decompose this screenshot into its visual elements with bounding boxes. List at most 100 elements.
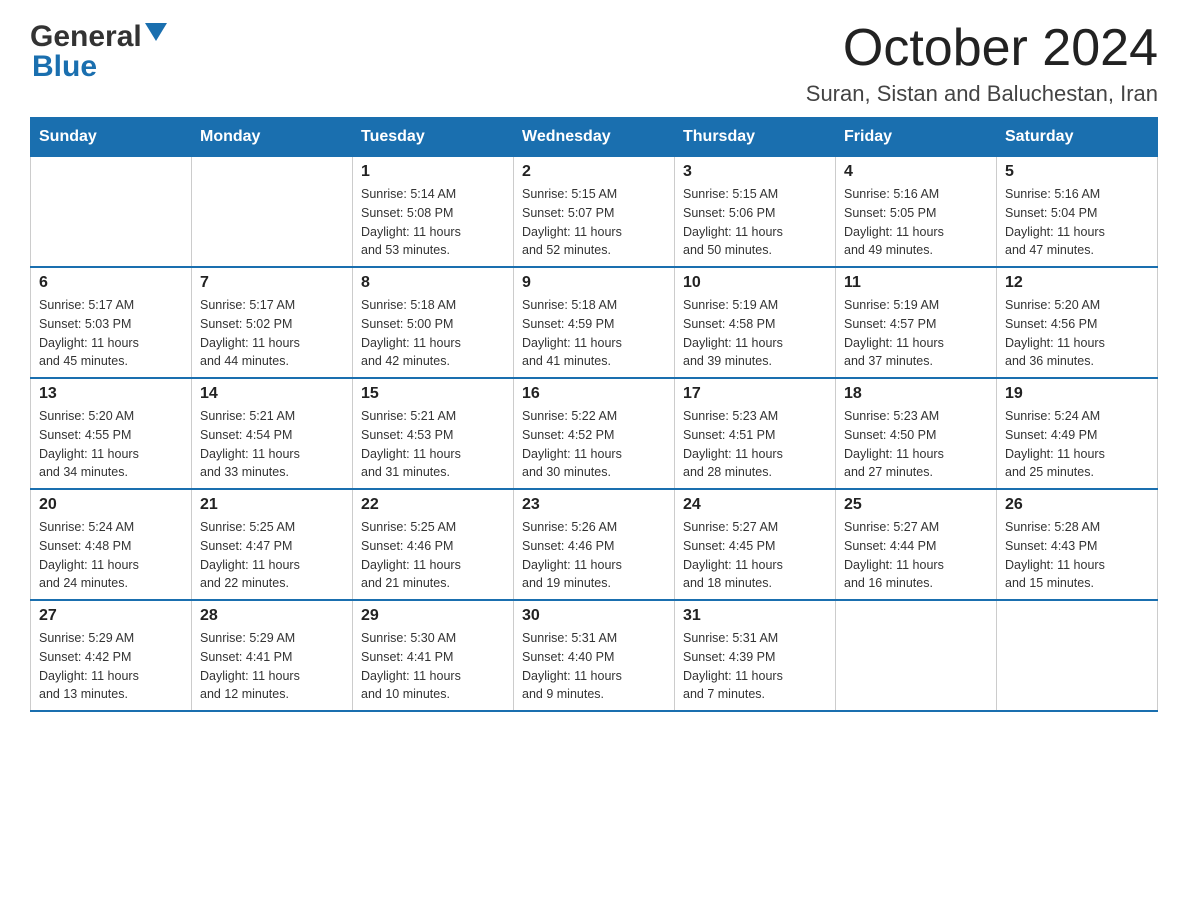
calendar-day-header: Thursday <box>675 118 836 157</box>
calendar-header-row: SundayMondayTuesdayWednesdayThursdayFrid… <box>31 118 1158 157</box>
calendar-table: SundayMondayTuesdayWednesdayThursdayFrid… <box>30 117 1158 712</box>
calendar-cell: 27 Sunrise: 5:29 AM Sunset: 4:42 PM Dayli… <box>31 600 192 711</box>
day-number: 4 <box>844 163 988 181</box>
day-number: 3 <box>683 163 827 181</box>
calendar-day-header: Friday <box>836 118 997 157</box>
day-number: 5 <box>1005 163 1149 181</box>
calendar-cell <box>997 600 1158 711</box>
day-number: 1 <box>361 163 505 181</box>
calendar-week-row: 13Sunrise: 5:20 AM Sunset: 4:55 PM Dayli… <box>31 378 1158 489</box>
calendar-cell: 11 Sunrise: 5:19 AM Sunset: 4:57 PM Dayli… <box>836 267 997 378</box>
calendar-day-header: Sunday <box>31 118 192 157</box>
day-number: 11 <box>844 274 988 292</box>
calendar-day-header: Wednesday <box>514 118 675 157</box>
day-info: Sunrise: 5:31 AM Sunset: 4:39 PM Dayligh… <box>683 629 827 704</box>
calendar-cell: 5 Sunrise: 5:16 AM Sunset: 5:04 PM Daylig… <box>997 157 1158 268</box>
day-info: Sunrise: 5:16 AM Sunset: 5:05 PM Dayligh… <box>844 185 988 260</box>
day-number: 23 <box>522 496 666 514</box>
calendar-week-row: 6Sunrise: 5:17 AM Sunset: 5:03 PM Daylig… <box>31 267 1158 378</box>
calendar-cell <box>836 600 997 711</box>
day-number: 21 <box>200 496 344 514</box>
day-number: 13 <box>39 385 183 403</box>
day-number: 27 <box>39 607 183 625</box>
calendar-week-row: 1 Sunrise: 5:14 AM Sunset: 5:08 PM Daylig… <box>31 157 1158 268</box>
calendar-cell: 16 Sunrise: 5:22 AM Sunset: 4:52 PM Dayli… <box>514 378 675 489</box>
day-number: 31 <box>683 607 827 625</box>
day-number: 15 <box>361 385 505 403</box>
day-info: Sunrise: 5:24 AM Sunset: 4:49 PM Dayligh… <box>1005 407 1149 482</box>
calendar-day-header: Monday <box>192 118 353 157</box>
day-info: Sunrise: 5:24 AM Sunset: 4:48 PM Dayligh… <box>39 518 183 593</box>
page-header: General Blue October 2024 Suran, Sistan … <box>30 20 1158 107</box>
day-info: Sunrise: 5:21 AM Sunset: 4:53 PM Dayligh… <box>361 407 505 482</box>
calendar-cell: 3Sunrise: 5:15 AM Sunset: 5:06 PM Daylig… <box>675 157 836 268</box>
day-number: 24 <box>683 496 827 514</box>
day-info: Sunrise: 5:29 AM Sunset: 4:41 PM Dayligh… <box>200 629 344 704</box>
day-number: 22 <box>361 496 505 514</box>
calendar-cell: 15 Sunrise: 5:21 AM Sunset: 4:53 PM Dayli… <box>353 378 514 489</box>
day-number: 10 <box>683 274 827 292</box>
logo: General Blue <box>30 20 167 84</box>
day-info: Sunrise: 5:21 AM Sunset: 4:54 PM Dayligh… <box>200 407 344 482</box>
calendar-cell: 14 Sunrise: 5:21 AM Sunset: 4:54 PM Dayli… <box>192 378 353 489</box>
calendar-cell: 7 Sunrise: 5:17 AM Sunset: 5:02 PM Daylig… <box>192 267 353 378</box>
calendar-cell: 17Sunrise: 5:23 AM Sunset: 4:51 PM Dayli… <box>675 378 836 489</box>
calendar-header: SundayMondayTuesdayWednesdayThursdayFrid… <box>31 118 1158 157</box>
day-number: 8 <box>361 274 505 292</box>
day-number: 14 <box>200 385 344 403</box>
calendar-cell: 21Sunrise: 5:25 AM Sunset: 4:47 PM Dayli… <box>192 489 353 600</box>
day-number: 28 <box>200 607 344 625</box>
calendar-cell: 4 Sunrise: 5:16 AM Sunset: 5:05 PM Daylig… <box>836 157 997 268</box>
day-number: 9 <box>522 274 666 292</box>
calendar-cell: 20Sunrise: 5:24 AM Sunset: 4:48 PM Dayli… <box>31 489 192 600</box>
day-number: 26 <box>1005 496 1149 514</box>
location-title: Suran, Sistan and Baluchestan, Iran <box>806 81 1158 107</box>
day-info: Sunrise: 5:17 AM Sunset: 5:02 PM Dayligh… <box>200 296 344 371</box>
calendar-day-header: Tuesday <box>353 118 514 157</box>
calendar-cell: 31 Sunrise: 5:31 AM Sunset: 4:39 PM Dayli… <box>675 600 836 711</box>
calendar-cell: 19 Sunrise: 5:24 AM Sunset: 4:49 PM Dayli… <box>997 378 1158 489</box>
day-info: Sunrise: 5:19 AM Sunset: 4:58 PM Dayligh… <box>683 296 827 371</box>
calendar-cell: 6Sunrise: 5:17 AM Sunset: 5:03 PM Daylig… <box>31 267 192 378</box>
day-info: Sunrise: 5:20 AM Sunset: 4:56 PM Dayligh… <box>1005 296 1149 371</box>
day-number: 19 <box>1005 385 1149 403</box>
calendar-cell: 22Sunrise: 5:25 AM Sunset: 4:46 PM Dayli… <box>353 489 514 600</box>
calendar-cell: 26 Sunrise: 5:28 AM Sunset: 4:43 PM Dayli… <box>997 489 1158 600</box>
day-number: 17 <box>683 385 827 403</box>
day-number: 7 <box>200 274 344 292</box>
calendar-cell: 25Sunrise: 5:27 AM Sunset: 4:44 PM Dayli… <box>836 489 997 600</box>
day-info: Sunrise: 5:19 AM Sunset: 4:57 PM Dayligh… <box>844 296 988 371</box>
month-title: October 2024 <box>806 20 1158 77</box>
calendar-cell: 23 Sunrise: 5:26 AM Sunset: 4:46 PM Dayli… <box>514 489 675 600</box>
calendar-cell: 8 Sunrise: 5:18 AM Sunset: 5:00 PM Daylig… <box>353 267 514 378</box>
calendar-cell: 29Sunrise: 5:30 AM Sunset: 4:41 PM Dayli… <box>353 600 514 711</box>
calendar-cell: 10 Sunrise: 5:19 AM Sunset: 4:58 PM Dayli… <box>675 267 836 378</box>
day-info: Sunrise: 5:16 AM Sunset: 5:04 PM Dayligh… <box>1005 185 1149 260</box>
calendar-cell: 2 Sunrise: 5:15 AM Sunset: 5:07 PM Daylig… <box>514 157 675 268</box>
day-info: Sunrise: 5:29 AM Sunset: 4:42 PM Dayligh… <box>39 629 183 704</box>
day-info: Sunrise: 5:15 AM Sunset: 5:07 PM Dayligh… <box>522 185 666 260</box>
day-number: 2 <box>522 163 666 181</box>
day-info: Sunrise: 5:28 AM Sunset: 4:43 PM Dayligh… <box>1005 518 1149 593</box>
day-info: Sunrise: 5:27 AM Sunset: 4:45 PM Dayligh… <box>683 518 827 593</box>
calendar-cell: 1 Sunrise: 5:14 AM Sunset: 5:08 PM Daylig… <box>353 157 514 268</box>
logo-triangle-icon <box>145 23 167 45</box>
calendar-cell: 30Sunrise: 5:31 AM Sunset: 4:40 PM Dayli… <box>514 600 675 711</box>
logo-blue-text: Blue <box>32 50 97 84</box>
calendar-day-header: Saturday <box>997 118 1158 157</box>
day-number: 18 <box>844 385 988 403</box>
day-info: Sunrise: 5:18 AM Sunset: 4:59 PM Dayligh… <box>522 296 666 371</box>
calendar-cell: 12Sunrise: 5:20 AM Sunset: 4:56 PM Dayli… <box>997 267 1158 378</box>
day-number: 16 <box>522 385 666 403</box>
calendar-cell: 9 Sunrise: 5:18 AM Sunset: 4:59 PM Daylig… <box>514 267 675 378</box>
calendar-cell <box>31 157 192 268</box>
day-info: Sunrise: 5:22 AM Sunset: 4:52 PM Dayligh… <box>522 407 666 482</box>
calendar-body: 1 Sunrise: 5:14 AM Sunset: 5:08 PM Daylig… <box>31 157 1158 712</box>
day-info: Sunrise: 5:17 AM Sunset: 5:03 PM Dayligh… <box>39 296 183 371</box>
day-info: Sunrise: 5:14 AM Sunset: 5:08 PM Dayligh… <box>361 185 505 260</box>
day-info: Sunrise: 5:26 AM Sunset: 4:46 PM Dayligh… <box>522 518 666 593</box>
day-info: Sunrise: 5:31 AM Sunset: 4:40 PM Dayligh… <box>522 629 666 704</box>
calendar-week-row: 27 Sunrise: 5:29 AM Sunset: 4:42 PM Dayli… <box>31 600 1158 711</box>
calendar-week-row: 20Sunrise: 5:24 AM Sunset: 4:48 PM Dayli… <box>31 489 1158 600</box>
day-info: Sunrise: 5:18 AM Sunset: 5:00 PM Dayligh… <box>361 296 505 371</box>
